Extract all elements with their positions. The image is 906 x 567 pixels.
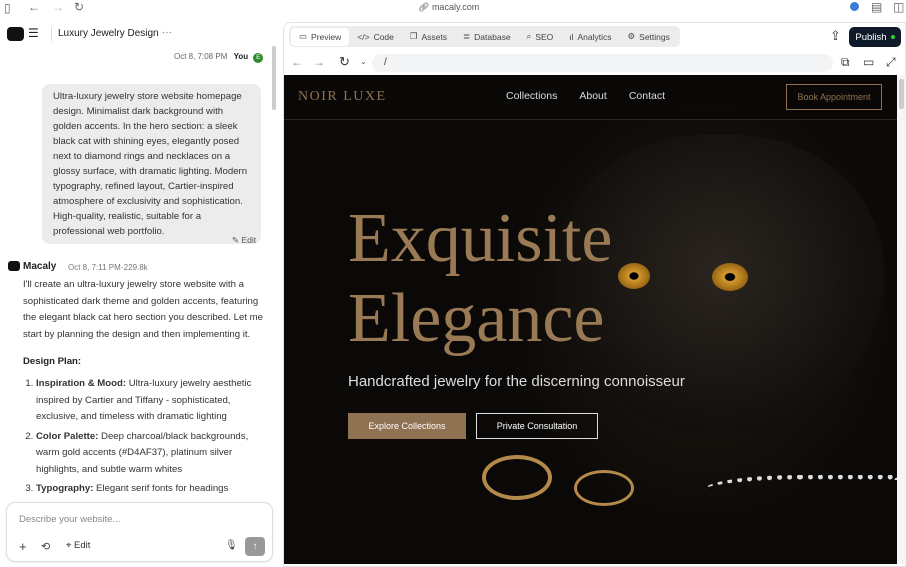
path-input[interactable]: / — [372, 54, 833, 72]
private-consultation-button[interactable]: Private Consultation — [476, 413, 598, 439]
share-icon[interactable]: ⇪ — [830, 28, 841, 44]
pencil-icon: ✎ — [232, 235, 240, 245]
ai-message-intro: I'll create an ultra-luxury jewelry stor… — [23, 279, 263, 340]
preview-scrollbar[interactable] — [897, 75, 906, 564]
chat-panel: ☰ Luxury Jewelry Design ··· Oct 8, 7:08 … — [0, 16, 280, 567]
cat-eye-right — [712, 263, 748, 291]
ring-image — [574, 470, 634, 506]
analytics-icon: ıl — [569, 31, 574, 42]
ai-timestamp: Oct 8, 7:11 PM — [68, 263, 121, 272]
device-toggle-icon[interactable]: ▭ — [863, 55, 874, 69]
search-icon: ⌕ — [526, 31, 532, 41]
fullscreen-icon[interactable]: ⤢ — [886, 55, 896, 70]
open-external-icon[interactable]: ⧉ — [841, 55, 850, 70]
assets-icon: ❐ — [409, 31, 418, 41]
tab-assets[interactable]: ❐ Assets — [402, 28, 455, 46]
plan-item: Inspiration & Mood: Ultra-luxury jewelry… — [36, 376, 258, 426]
plan-item: Color Palette: Deep charcoal/black backg… — [36, 429, 258, 479]
ai-author: Macaly — [23, 261, 57, 272]
edit-mode-button[interactable]: ⌖ Edit — [66, 540, 90, 551]
preview-reload-icon[interactable]: ↻ — [339, 54, 350, 70]
address-bar[interactable]: 🔗︎ macaly.com — [418, 2, 479, 13]
nav-about[interactable]: About — [579, 90, 606, 102]
view-tabs: ▭ Preview </> Code ❐ Assets ≣ Database ⌕ SEO … — [289, 26, 680, 47]
code-icon: </> — [357, 31, 370, 42]
composer: Describe your website... + ⟲ ⌖ Edit 🎙︎ ↑ — [6, 502, 273, 562]
url-text: macaly.com — [431, 2, 480, 12]
chat-scrollbar[interactable] — [272, 46, 276, 110]
link-icon: 🔗︎ — [418, 2, 432, 12]
user-msg-header: Oct 8, 7:08 PM You E — [174, 52, 264, 63]
history-icon[interactable]: ⟲ — [41, 540, 50, 553]
ring-image — [482, 455, 552, 500]
reload-icon[interactable]: ↻ — [74, 0, 84, 14]
explore-collections-button[interactable]: Explore Collections — [348, 413, 466, 439]
bracelet-image — [704, 475, 897, 505]
preview-icon: ▭ — [299, 31, 308, 41]
add-icon[interactable]: + — [19, 539, 27, 554]
back-icon[interactable]: ← — [28, 0, 40, 14]
timestamp: Oct 8, 7:08 PM — [174, 52, 228, 61]
sidebar-toggle-icon[interactable]: ▯ — [4, 1, 11, 15]
menu-icon[interactable]: ☰ — [28, 26, 39, 40]
hero-subtitle: Handcrafted jewelry for the discerning c… — [348, 373, 685, 390]
database-icon: ≣ — [463, 31, 471, 41]
tab-code[interactable]: </> Code — [349, 28, 402, 46]
more-options-button[interactable]: ··· — [162, 27, 172, 38]
publish-button[interactable]: Publish — [849, 27, 901, 47]
site-logo[interactable]: NOIR LUXE — [298, 89, 387, 105]
plan-list: Inspiration & Mood: Ultra-luxury jewelry… — [23, 376, 258, 501]
microphone-icon[interactable]: 🎙︎ — [225, 540, 238, 551]
hero-title: Exquisite Elegance — [348, 200, 613, 357]
author: You — [233, 52, 249, 61]
publish-label: Publish — [855, 31, 887, 43]
website-preview: NOIR LUXE Collections About Contact Book A… — [284, 75, 897, 564]
avatar: E — [253, 53, 264, 63]
prompt-input[interactable]: Describe your website... — [19, 514, 120, 525]
edit-mode-label: Edit — [74, 540, 91, 551]
nav-contact[interactable]: Contact — [629, 90, 665, 102]
forward-icon[interactable]: → — [52, 0, 64, 14]
edit-label: Edit — [241, 235, 257, 245]
project-title[interactable]: Luxury Jewelry Design — [58, 28, 159, 39]
plan-item: Typography: Elegant serif fonts for head… — [36, 481, 258, 501]
send-button[interactable]: ↑ — [245, 537, 265, 556]
tab-preview[interactable]: ▭ Preview — [291, 27, 350, 46]
plan-title: Design Plan: — [23, 356, 82, 367]
edit-message-button[interactable]: ✎ Edit — [232, 235, 256, 246]
status-dot — [890, 35, 895, 39]
tab-analytics[interactable]: ıl Analytics — [561, 28, 619, 46]
tab-settings[interactable]: ⚙ Settings — [620, 28, 678, 46]
gear-icon: ⚙ — [627, 31, 636, 41]
preview-back-icon[interactable]: ← — [291, 55, 303, 69]
split-view-icon[interactable]: ◫ — [893, 0, 904, 14]
tab-database[interactable]: ≣ Database — [455, 28, 519, 46]
macaly-logo-icon — [7, 27, 24, 41]
chevron-down-icon[interactable]: ⌄ — [360, 57, 367, 66]
macaly-avatar-icon — [8, 261, 20, 271]
preview-forward-icon[interactable]: → — [313, 55, 325, 69]
browser-bar: ▯ ← → ↻ 🔗︎ macaly.com ▤ ◫ — [0, 0, 906, 16]
book-appointment-button[interactable]: Book Appointment — [786, 84, 882, 110]
cat-eye-left — [618, 263, 650, 289]
reader-icon[interactable]: ▤ — [871, 0, 882, 14]
nav-collections[interactable]: Collections — [506, 90, 557, 102]
user-message: Ultra-luxury jewelry store website homep… — [42, 84, 261, 244]
tab-seo[interactable]: ⌕ SEO — [519, 28, 562, 46]
extension-icon[interactable] — [850, 2, 859, 11]
token-count: -229.8k — [121, 263, 148, 272]
crosshair-icon: ⌖ — [66, 540, 72, 551]
site-nav: Collections About Contact — [484, 90, 665, 102]
